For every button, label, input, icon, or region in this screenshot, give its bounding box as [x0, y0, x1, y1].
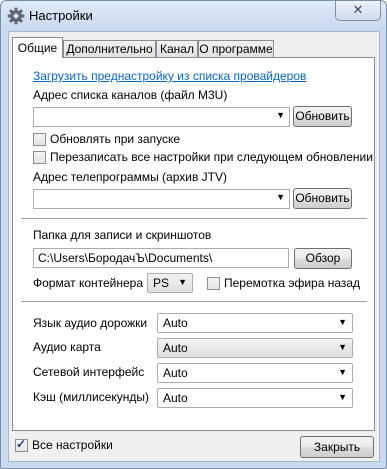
- title-bar[interactable]: Настройки ✕: [1, 1, 386, 31]
- general-tab-panel: Загрузить преднастройку из списка провай…: [12, 57, 375, 431]
- select-value: PS: [153, 276, 170, 290]
- close-icon: ✕: [352, 2, 364, 17]
- load-preset-link[interactable]: Загрузить преднастройку из списка провай…: [33, 69, 306, 83]
- window-title: Настройки: [29, 8, 93, 23]
- dialog-body: Общие Дополнительно Канал О программе За…: [8, 31, 380, 462]
- chevron-down-icon: ▼: [338, 392, 347, 402]
- separator: [21, 218, 367, 220]
- all-settings-label: Все настройки: [32, 438, 113, 452]
- cache-label: Кэш (миллисекунды): [33, 390, 150, 404]
- refresh-epg-button[interactable]: Обновить: [293, 188, 352, 209]
- audio-card-select[interactable]: Auto ▼: [157, 338, 353, 358]
- select-value: Auto: [163, 366, 188, 380]
- record-folder-label: Папка для записи и скриншотов: [33, 228, 212, 242]
- channels-url-label: Адрес списка каналов (файл M3U): [33, 88, 228, 102]
- container-format-select[interactable]: PS ▼: [147, 273, 193, 293]
- chevron-down-icon: ▼: [276, 192, 285, 202]
- all-settings-checkbox[interactable]: [15, 437, 28, 452]
- close-window-button[interactable]: ✕: [335, 1, 381, 21]
- gear-icon: [7, 7, 25, 25]
- record-folder-field[interactable]: C:\Users\БородачЪ\Documents\: [33, 248, 289, 268]
- refresh-channels-button[interactable]: Обновить: [293, 106, 352, 127]
- chevron-down-icon: ▼: [338, 367, 347, 377]
- rewind-label: Перемотка эфира назад: [224, 276, 361, 290]
- epg-url-combobox[interactable]: ▼: [33, 189, 290, 209]
- update-on-start-label: Обновлять при запуске: [50, 132, 180, 146]
- tab-label: О программе: [199, 42, 273, 56]
- audio-track-label: Язык аудио дорожки: [33, 316, 148, 330]
- chevron-down-icon: ▼: [276, 110, 285, 120]
- chevron-down-icon: ▼: [178, 277, 187, 287]
- select-value: Auto: [163, 316, 188, 330]
- tab-channel[interactable]: Канал: [156, 40, 198, 57]
- select-value: Auto: [163, 341, 188, 355]
- overwrite-settings-checkbox[interactable]: [33, 151, 46, 164]
- separator: [21, 301, 367, 303]
- tab-label: Дополнительно: [66, 42, 153, 56]
- browse-button[interactable]: Обзор: [294, 248, 352, 269]
- chevron-down-icon: ▼: [338, 342, 347, 352]
- close-button[interactable]: Закрыть: [300, 436, 374, 458]
- tab-general[interactable]: Общие: [12, 37, 63, 58]
- tab-label: Общие: [17, 41, 58, 55]
- network-interface-label: Сетевой интерфейс: [33, 365, 145, 379]
- chevron-down-icon: ▼: [338, 317, 347, 327]
- rewind-checkbox[interactable]: [207, 277, 220, 290]
- settings-window: Настройки ✕ Общие Дополнительно Канал О …: [0, 0, 387, 469]
- select-value: Auto: [163, 391, 188, 405]
- overwrite-settings-label: Перезаписать все настройки при следующем…: [50, 150, 373, 164]
- container-format-label: Формат контейнера: [33, 276, 144, 290]
- audio-card-label: Аудио карта: [33, 340, 101, 354]
- update-on-start-checkbox[interactable]: [33, 133, 46, 146]
- cache-select[interactable]: Auto ▼: [157, 388, 353, 408]
- network-interface-select[interactable]: Auto ▼: [157, 363, 353, 383]
- tab-about[interactable]: О программе: [198, 40, 274, 57]
- audio-track-select[interactable]: Auto ▼: [157, 313, 353, 333]
- tab-label: Канал: [160, 42, 194, 56]
- epg-url-label: Адрес телепрограммы (архив JTV): [33, 170, 227, 184]
- tab-advanced[interactable]: Дополнительно: [63, 40, 156, 57]
- channels-url-combobox[interactable]: ▼: [33, 107, 290, 127]
